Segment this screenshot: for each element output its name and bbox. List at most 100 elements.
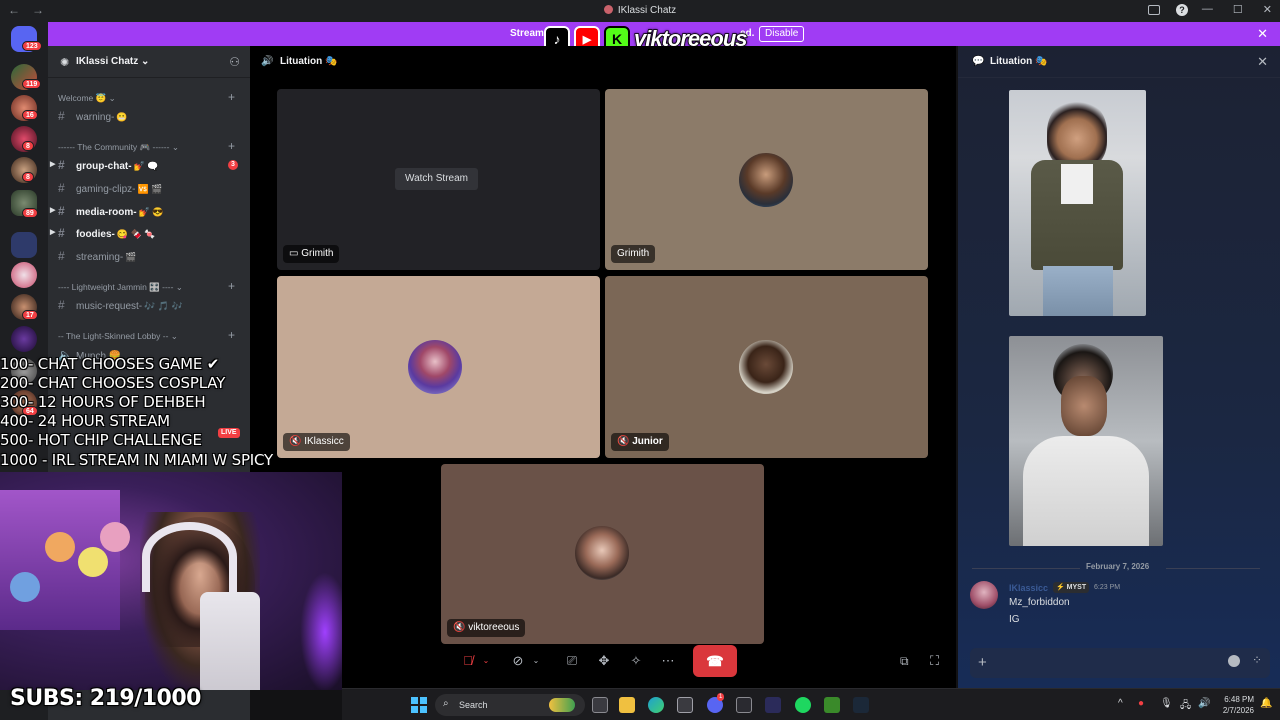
taskbar-search[interactable]: ⌕ Search xyxy=(435,694,585,716)
fullscreen-icon[interactable]: ⛶ xyxy=(930,653,939,669)
maximize-icon[interactable]: ☐ xyxy=(1233,3,1243,16)
camera-off-icon[interactable]: ⊘ xyxy=(508,649,528,673)
date-label: February 7, 2026 xyxy=(1086,562,1150,571)
server-tag[interactable]: ⚡ MYST xyxy=(1053,582,1090,593)
spotify-icon[interactable] xyxy=(795,697,811,713)
add-channel-icon[interactable]: + xyxy=(228,328,235,342)
folder-icon[interactable] xyxy=(11,232,37,258)
help-icon[interactable]: ? xyxy=(1176,4,1188,16)
start-tile xyxy=(420,697,427,704)
add-channel-icon[interactable]: + xyxy=(228,90,235,104)
stream-tile[interactable]: Watch Stream ▭ Grimith xyxy=(277,89,600,270)
attach-plus-icon[interactable]: + xyxy=(978,654,987,671)
add-channel-icon[interactable]: + xyxy=(228,139,235,153)
edge-icon[interactable] xyxy=(648,697,664,713)
participant-avatar xyxy=(739,340,793,394)
category-community[interactable]: ------ The Community 🎮 ------ ⌄ xyxy=(58,142,179,153)
steam-icon[interactable] xyxy=(853,697,869,713)
tray-app-icon[interactable]: ● xyxy=(1138,698,1144,709)
notification-bell-icon[interactable]: 🔔 xyxy=(1260,698,1272,709)
voice-call-area: 🔊 Lituation 🎭 Watch Stream ▭ Grimith Gri… xyxy=(250,46,956,688)
participant-label: Grimith xyxy=(611,245,656,263)
server-icon[interactable] xyxy=(11,262,37,288)
minimize-icon[interactable]: — xyxy=(1202,3,1213,16)
activities-icon[interactable]: ✥ xyxy=(594,649,614,673)
category-light-skinned-lobby[interactable]: -- The Light-Skinned Lobby -- ⌄ xyxy=(58,331,178,342)
participant-label: 🔇 IKlassicc xyxy=(283,433,350,451)
call-controls: 🎙̸ ⌄ ⊘ ⌄ ⎚ ✥ ✧ ⋯ ☎ xyxy=(458,645,738,677)
message-composer[interactable]: + ⁘ xyxy=(970,648,1270,678)
microphone-tray-icon[interactable]: 🎙 xyxy=(1160,698,1173,709)
show-hidden-icons-chevron[interactable]: ^ xyxy=(1118,698,1123,709)
mic-muted-icon[interactable]: 🎙̸ xyxy=(458,649,478,673)
more-options-icon[interactable]: ⋯ xyxy=(658,649,678,673)
app-icon[interactable] xyxy=(736,697,752,713)
category-welcome[interactable]: Welcome 😇 ⌄ xyxy=(58,93,116,104)
server-icon[interactable] xyxy=(11,326,37,352)
camera-options-chevron-icon[interactable]: ⌄ xyxy=(530,649,542,673)
close-banner-icon[interactable]: ✕ xyxy=(1257,26,1268,42)
channel-group-chat[interactable]: ▶ # group-chat- 💅 🗨️ 3 xyxy=(50,158,238,174)
microphone xyxy=(200,592,260,690)
server-header[interactable]: ✺ IKlassi Chatz ⌄ ⚇ xyxy=(48,46,250,78)
chat-image-attachment[interactable] xyxy=(1009,336,1163,546)
participant-tile[interactable]: 🔇 viktoreeous xyxy=(441,464,764,644)
participant-tile[interactable]: Grimith xyxy=(605,89,928,270)
message-text: Mz_forbiddon xyxy=(1009,597,1070,608)
home-badge: 123 xyxy=(22,41,42,51)
network-icon[interactable]: 🖧 xyxy=(1180,698,1191,715)
character-tshirt xyxy=(1023,436,1149,546)
close-window-icon[interactable]: ✕ xyxy=(1263,3,1272,16)
premiere-icon[interactable] xyxy=(765,697,781,713)
screen-share-icon[interactable]: ⎚ xyxy=(562,649,582,673)
author-avatar[interactable] xyxy=(970,581,998,609)
character-jeans xyxy=(1043,266,1113,316)
emoji-icon[interactable] xyxy=(1228,655,1240,667)
windows-start-icon[interactable] xyxy=(411,697,427,713)
soundboard-icon[interactable]: ✧ xyxy=(626,649,646,673)
channel-warning[interactable]: # warning- 😬 xyxy=(58,109,128,125)
purple-light xyxy=(300,572,342,690)
plush-toy xyxy=(10,572,40,602)
store-icon[interactable] xyxy=(677,697,693,713)
hash-icon: # xyxy=(58,226,65,240)
channel-music-request[interactable]: # music-request- 🎶 🎵 🎶 xyxy=(58,298,183,314)
server-icon: ✺ xyxy=(60,57,70,69)
clock-time: 6:48 PM xyxy=(1224,695,1254,704)
invite-icon[interactable]: ⚇ xyxy=(229,55,240,69)
channel-gaming-clipz[interactable]: # gaming-clipz- 🆚 🎬 xyxy=(58,181,162,197)
channel-streaming[interactable]: # streaming- 🎬 xyxy=(58,249,136,265)
expand-icon: ▶ xyxy=(50,229,56,236)
date-divider: February 7, 2026 xyxy=(972,562,1260,574)
call-channel-name: Lituation 🎭 xyxy=(280,56,338,67)
minecraft-icon[interactable] xyxy=(824,697,840,713)
file-explorer-icon[interactable] xyxy=(619,697,635,713)
channel-foodies[interactable]: ▶ # foodies- 😋 🍫 🍬 xyxy=(50,226,156,242)
disconnect-button[interactable]: ☎ xyxy=(693,645,737,677)
inbox-icon[interactable] xyxy=(1148,5,1160,15)
popout-icon[interactable]: ⧉ xyxy=(900,654,909,669)
participant-tile[interactable]: 🔇 IKlassicc xyxy=(277,276,600,458)
add-channel-icon[interactable]: + xyxy=(228,279,235,293)
server-badge: 17 xyxy=(22,310,38,320)
category-lightweight-jammin[interactable]: ---- Lightweight Jammin 🎛️ ---- ⌄ xyxy=(58,282,183,293)
server-badge: 119 xyxy=(22,79,42,89)
task-view-icon[interactable] xyxy=(592,697,608,713)
mic-options-chevron-icon[interactable]: ⌄ xyxy=(480,649,492,673)
taskbar-clock[interactable]: 6:48 PM 2/7/2026 xyxy=(1204,694,1254,716)
chat-bubble-icon: 💬 xyxy=(972,56,985,67)
chat-panel: 💬 Lituation 🎭 ✕ February 7, 2026 IKlassi… xyxy=(958,46,1280,688)
hash-icon: # xyxy=(58,158,65,172)
disable-streamer-mode-button[interactable]: Disable xyxy=(759,26,805,42)
hash-icon: # xyxy=(58,298,65,312)
server-name: IKlassi Chatz ⌄ xyxy=(76,56,150,67)
watch-stream-button[interactable]: Watch Stream xyxy=(395,168,478,190)
channel-media-room[interactable]: ▶ # media-room- 💅 😎 xyxy=(50,204,163,220)
participant-tile[interactable]: 🔇 Junior xyxy=(605,276,928,458)
message-author[interactable]: IKlassicc xyxy=(1009,583,1048,593)
apps-icon[interactable]: ⁘ xyxy=(1252,653,1262,667)
goal-line: 100- CHAT CHOOSES GAME ✔ xyxy=(0,355,220,373)
participant-avatar xyxy=(739,153,793,207)
close-chat-icon[interactable]: ✕ xyxy=(1257,54,1268,70)
chat-image-attachment[interactable] xyxy=(1009,90,1146,316)
